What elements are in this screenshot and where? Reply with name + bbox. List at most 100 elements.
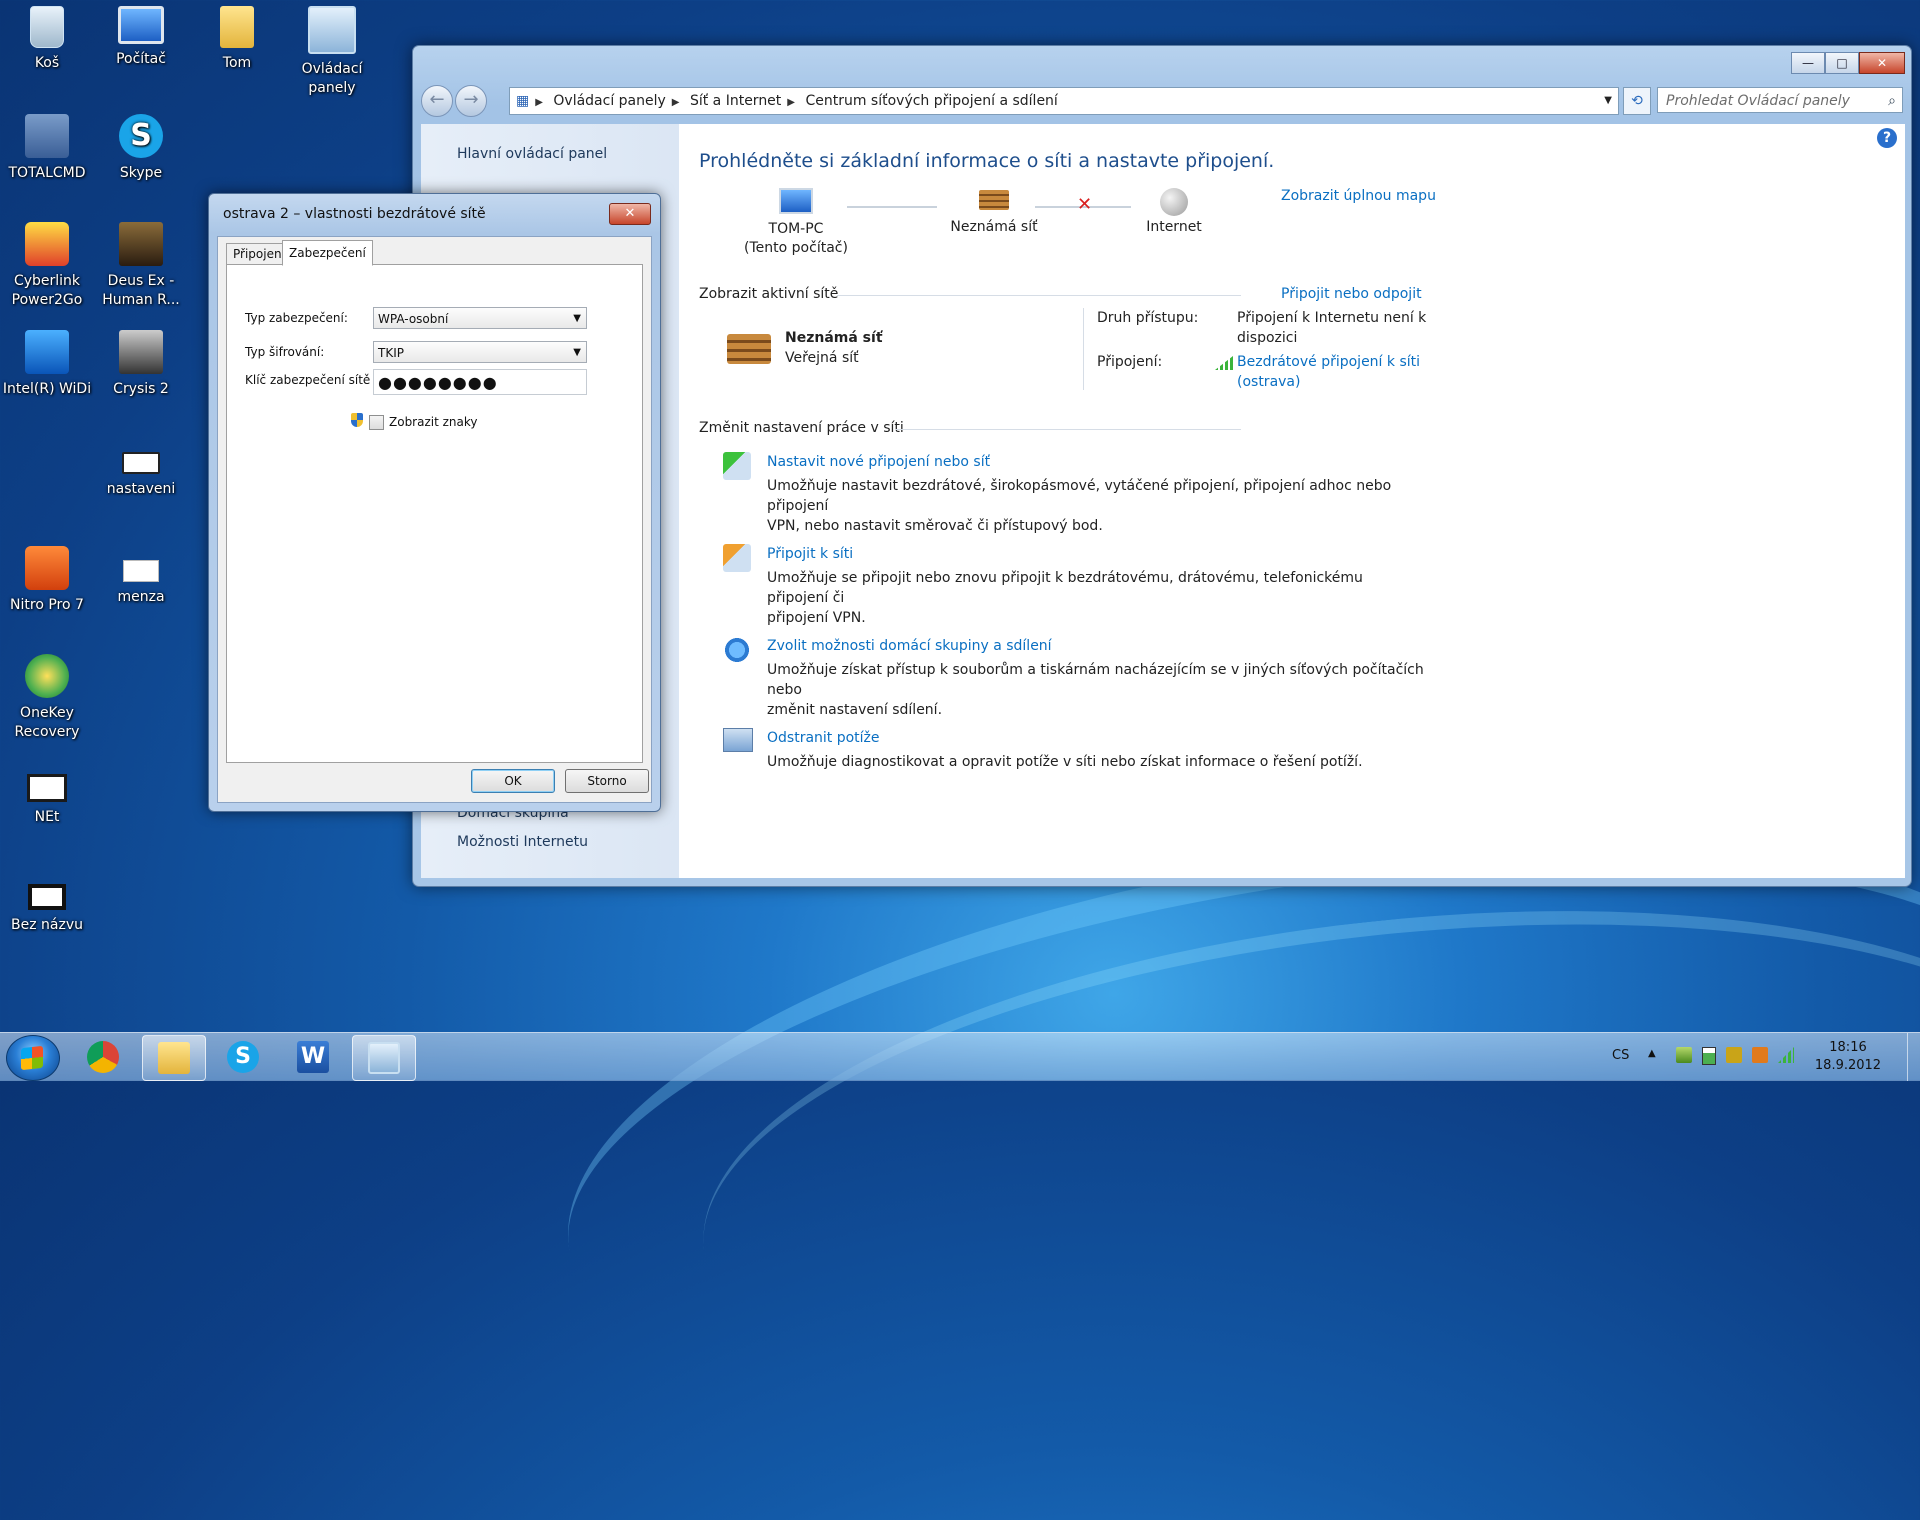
- disconnected-x-icon: ✕: [1077, 194, 1093, 215]
- tray-network-icon[interactable]: [1778, 1047, 1794, 1063]
- clock-time: 18:16: [1829, 1040, 1867, 1055]
- skype-icon: S: [227, 1041, 259, 1073]
- onekey-recovery-icon: [25, 654, 69, 698]
- active-network-type[interactable]: Veřejná síť: [785, 348, 859, 368]
- task-setup-connection-desc: Umožňuje nastavit bezdrátové, širokopásm…: [767, 476, 1427, 536]
- dialog-close-button[interactable]: ✕: [609, 203, 651, 225]
- link-internet-options[interactable]: Možnosti Internetu: [457, 834, 588, 850]
- map-link-line: [847, 206, 937, 208]
- show-hidden-icons-button[interactable]: ▲: [1648, 1048, 1656, 1059]
- show-desktop-button[interactable]: [1907, 1033, 1920, 1081]
- map-node-internet[interactable]: Internet: [1119, 188, 1229, 237]
- power2go-icon: [25, 222, 69, 266]
- map-node-network-name: Neznámá síť: [950, 219, 1038, 235]
- tab-security[interactable]: Zabezpečení: [282, 240, 373, 266]
- deus-ex-icon: [119, 222, 163, 266]
- task-connect-network[interactable]: Připojit k síti: [767, 546, 853, 562]
- clock-date: 18.9.2012: [1814, 1058, 1882, 1073]
- show-characters-checkbox[interactable]: [369, 415, 384, 430]
- encryption-type-select[interactable]: TKIP ▼: [373, 341, 587, 363]
- taskbar-chrome[interactable]: [72, 1035, 134, 1079]
- address-dropdown-icon[interactable]: ▼: [1604, 88, 1612, 114]
- minimize-button[interactable]: —: [1791, 52, 1825, 74]
- map-node-computer[interactable]: TOM-PC (Tento počítač): [731, 188, 861, 258]
- tray-icons: [1676, 1047, 1794, 1065]
- park-bench-icon: [727, 334, 771, 364]
- desktop-icon-label: Deus Ex - Human R...: [102, 273, 180, 308]
- desktop-icon-control-panel[interactable]: Ovládací panely: [285, 6, 379, 98]
- security-type-select[interactable]: WPA-osobní ▼: [373, 307, 587, 329]
- crysis-icon: [119, 330, 163, 374]
- desktop-icon-label: menza: [117, 589, 165, 605]
- desktop-icon-nitro[interactable]: Nitro Pro 7: [0, 546, 94, 615]
- desktop-icon-net[interactable]: NEt: [0, 762, 94, 827]
- tray-battery-icon[interactable]: [1702, 1047, 1716, 1065]
- desktop-icon-menza[interactable]: menza: [94, 546, 188, 607]
- shield-icon: [351, 413, 363, 427]
- back-button[interactable]: ←: [421, 85, 453, 117]
- search-icon[interactable]: ⌕: [1888, 88, 1896, 114]
- encryption-type-value: TKIP: [378, 346, 404, 360]
- desktop-icon-recycle-bin[interactable]: Koš: [0, 6, 94, 73]
- tray-clock[interactable]: 18:16 18.9.2012: [1808, 1039, 1888, 1075]
- desktop-icon-crysis[interactable]: Crysis 2: [94, 330, 188, 399]
- search-input[interactable]: Prohledat Ovládací panely ⌕: [1657, 87, 1903, 113]
- security-key-input[interactable]: ●●●●●●●●: [373, 369, 587, 395]
- task-setup-connection[interactable]: Nastavit nové připojení nebo síť: [767, 454, 990, 470]
- language-indicator[interactable]: CS: [1612, 1048, 1629, 1063]
- ok-button[interactable]: OK: [471, 769, 555, 793]
- task-desc-line: VPN, nebo nastavit směrovač či přístupov…: [767, 518, 1103, 534]
- desktop-icon-power2go[interactable]: Cyberlink Power2Go: [0, 222, 94, 310]
- breadcrumb-network-internet[interactable]: Síť a Internet: [690, 93, 781, 109]
- taskbar: S W CS ▲ 18:16 18.9.2012: [0, 1032, 1920, 1081]
- task-troubleshoot[interactable]: Odstranit potíže: [767, 730, 880, 746]
- map-node-computer-sub: (Tento počítač): [744, 240, 848, 256]
- task-desc-line: Umožňuje získat přístup k souborům a tis…: [767, 662, 1424, 698]
- tray-app-icon[interactable]: [1726, 1047, 1742, 1063]
- untitled-file-icon: [28, 884, 66, 910]
- tray-safely-remove-icon[interactable]: [1676, 1047, 1692, 1063]
- maximize-button[interactable]: □: [1825, 52, 1859, 74]
- desktop-icon-label: Intel(R) WiDi: [2, 381, 92, 397]
- desktop-icon-totalcmd[interactable]: TOTALCMD: [0, 114, 94, 183]
- desktop-icon-label: Ovládací panely: [301, 61, 363, 96]
- breadcrumb-network-center[interactable]: Centrum síťových připojení a sdílení: [805, 93, 1057, 109]
- close-button[interactable]: ✕: [1859, 52, 1905, 74]
- desktop-icon-onekey[interactable]: OneKey Recovery: [0, 654, 94, 742]
- control-panel-icon: [368, 1042, 400, 1074]
- link-wireless-connection[interactable]: Bezdrátové připojení k síti (ostrava): [1237, 352, 1420, 392]
- wireless-properties-dialog: ostrava 2 – vlastnosti bezdrátové sítě ✕…: [208, 193, 661, 812]
- desktop-icon-bez-nazvu[interactable]: Bez názvu: [0, 870, 94, 935]
- connections-label: Připojení:: [1097, 354, 1163, 370]
- forward-button[interactable]: →: [455, 85, 487, 117]
- task-connect-network-desc: Umožňuje se připojit nebo znovu připojit…: [767, 568, 1427, 628]
- new-connection-icon: [723, 452, 751, 480]
- desktop-icon-user-folder[interactable]: Tom: [190, 6, 284, 73]
- section-active-networks: Zobrazit aktivní sítě: [699, 286, 839, 302]
- task-homegroup-sharing[interactable]: Zvolit možnosti domácí skupiny a sdílení: [767, 638, 1052, 654]
- desktop-icon-skype[interactable]: S Skype: [94, 114, 188, 183]
- taskbar-explorer[interactable]: [142, 1035, 206, 1081]
- section-divider: [837, 295, 1241, 296]
- desktop-icon-deus-ex[interactable]: Deus Ex - Human R...: [94, 222, 188, 310]
- globe-icon: [1160, 188, 1188, 216]
- address-bar[interactable]: ▦ ▶ Ovládací panely ▶ Síť a Internet ▶ Cent…: [509, 87, 1619, 115]
- desktop-icon-intel-widi[interactable]: Intel(R) WiDi: [0, 330, 94, 399]
- taskbar-word[interactable]: W: [282, 1035, 344, 1079]
- cancel-button[interactable]: Storno: [565, 769, 649, 793]
- desktop-icon-nastaveni[interactable]: nastaveni: [94, 438, 188, 499]
- link-connect-disconnect[interactable]: Připojit nebo odpojit: [1281, 286, 1422, 302]
- link-full-map[interactable]: Zobrazit úplnou mapu: [1281, 188, 1436, 204]
- wifi-signal-icon: [1215, 356, 1233, 370]
- breadcrumb-control-panel[interactable]: Ovládací panely: [553, 93, 665, 109]
- desktop-icon-computer[interactable]: Počítač: [94, 6, 188, 69]
- taskbar-control-panel[interactable]: [352, 1035, 416, 1081]
- refresh-icon[interactable]: ⟲: [1623, 87, 1651, 115]
- security-tab-panel: Typ zabezpečení: WPA-osobní ▼ Typ šifrov…: [226, 264, 643, 763]
- task-desc-line: Umožňuje nastavit bezdrátové, širokopásm…: [767, 478, 1392, 514]
- tray-flag-icon[interactable]: [1752, 1047, 1768, 1063]
- taskbar-skype[interactable]: S: [212, 1035, 274, 1079]
- start-button[interactable]: [6, 1035, 60, 1081]
- map-node-network[interactable]: Neznámá síť: [939, 188, 1049, 237]
- link-control-panel-home[interactable]: Hlavní ovládací panel: [457, 146, 607, 162]
